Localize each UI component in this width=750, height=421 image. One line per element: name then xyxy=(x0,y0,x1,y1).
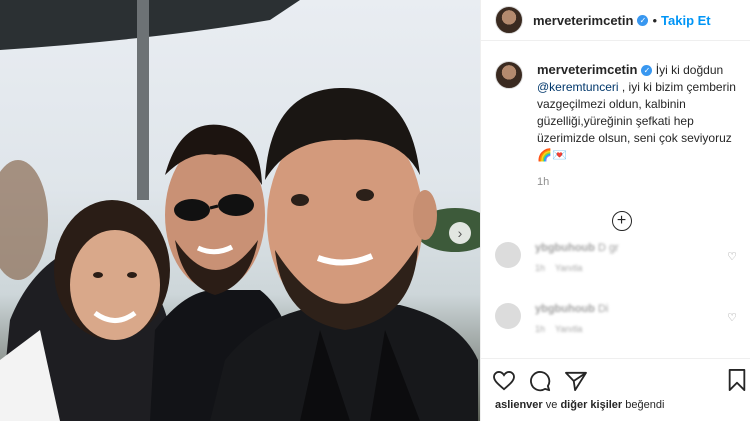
avatar[interactable] xyxy=(495,6,523,34)
heart-icon[interactable] xyxy=(493,371,515,391)
plus-circle-icon[interactable]: + xyxy=(611,211,632,231)
comment-heart-icon[interactable]: ♡ xyxy=(727,250,737,263)
comment-icon[interactable] xyxy=(529,370,551,392)
caption-time: 1h xyxy=(537,176,550,188)
photo-illustration xyxy=(0,0,480,421)
verified-badge-icon: ✓ xyxy=(637,14,649,26)
caption-avatar[interactable] xyxy=(495,61,523,89)
comment-avatar[interactable] xyxy=(495,303,521,329)
chevron-right-icon[interactable]: › xyxy=(449,222,471,244)
blurred-person xyxy=(0,160,48,280)
comment-username[interactable]: ybgbuhoub xyxy=(535,303,595,315)
mention-link[interactable]: @keremtunceri xyxy=(537,80,619,94)
comment-body: ybgbuhoub Di 1h Yanıtla xyxy=(535,303,715,334)
comment-time: 1h xyxy=(535,263,546,273)
instagram-post: › merveterimcetin ✓ • Takip Et merveteri… xyxy=(0,0,750,421)
comment-meta: 1h Yanıtla xyxy=(535,263,715,273)
post-side-panel: merveterimcetin ✓ • Takip Et merveterimc… xyxy=(480,0,750,421)
sunglasses-left xyxy=(174,199,210,221)
pole xyxy=(137,0,149,200)
comment-username[interactable]: ybgbuhoub xyxy=(535,242,595,254)
caption-username[interactable]: merveterimcetin xyxy=(537,62,637,77)
canopy xyxy=(0,0,300,50)
rainbow-emoji: 🌈 xyxy=(537,148,552,162)
comment-text: D gr xyxy=(597,242,619,254)
envelope-emoji: 💌 xyxy=(551,148,567,162)
action-bar: aslienver ve diğer kişiler beğendi xyxy=(481,358,750,411)
post-photo[interactable]: › xyxy=(0,0,480,421)
action-icons xyxy=(481,359,750,393)
comment-body: ybgbuhoub D gr 1h Yanıtla xyxy=(535,242,715,273)
comment-time: 1h xyxy=(535,324,546,334)
likes-line: aslienver ve diğer kişiler beğendi xyxy=(481,393,750,411)
bookmark-icon[interactable] xyxy=(727,369,747,391)
post-header: merveterimcetin ✓ • Takip Et xyxy=(481,0,750,41)
reply-button[interactable]: Yanıtla xyxy=(555,263,582,273)
separator-dot: • xyxy=(652,12,658,28)
caption-body: merveterimcetin ✓ İyi ki doğdun @keremtun… xyxy=(537,61,736,191)
woman-face xyxy=(70,230,160,340)
comment-text: Di xyxy=(597,303,609,315)
post-caption: merveterimcetin ✓ İyi ki doğdun @keremtun… xyxy=(481,41,750,191)
likes-others-link[interactable]: diğer kişiler xyxy=(560,399,622,411)
likes-joiner: ve xyxy=(545,399,558,411)
comment-heart-icon[interactable]: ♡ xyxy=(727,311,737,324)
follow-button[interactable]: Takip Et xyxy=(661,13,711,28)
comment-row: ybgbuhoub Di 1h Yanıtla ♡ xyxy=(481,303,750,334)
comment-meta: 1h Yanıtla xyxy=(535,324,715,334)
send-icon[interactable] xyxy=(565,371,587,391)
sunglasses-right xyxy=(218,194,254,216)
caption-text-1: İyi ki doğdun xyxy=(655,63,724,77)
likes-first-user[interactable]: aslienver xyxy=(495,399,543,411)
header-username[interactable]: merveterimcetin xyxy=(533,13,633,28)
comment-row: ybgbuhoub D gr 1h Yanıtla ♡ xyxy=(481,242,750,273)
reply-button[interactable]: Yanıtla xyxy=(555,324,582,334)
verified-badge-icon: ✓ xyxy=(641,65,653,76)
likes-suffix: beğendi xyxy=(625,399,665,411)
comment-avatar[interactable] xyxy=(495,242,521,268)
man1-ear xyxy=(413,190,437,240)
